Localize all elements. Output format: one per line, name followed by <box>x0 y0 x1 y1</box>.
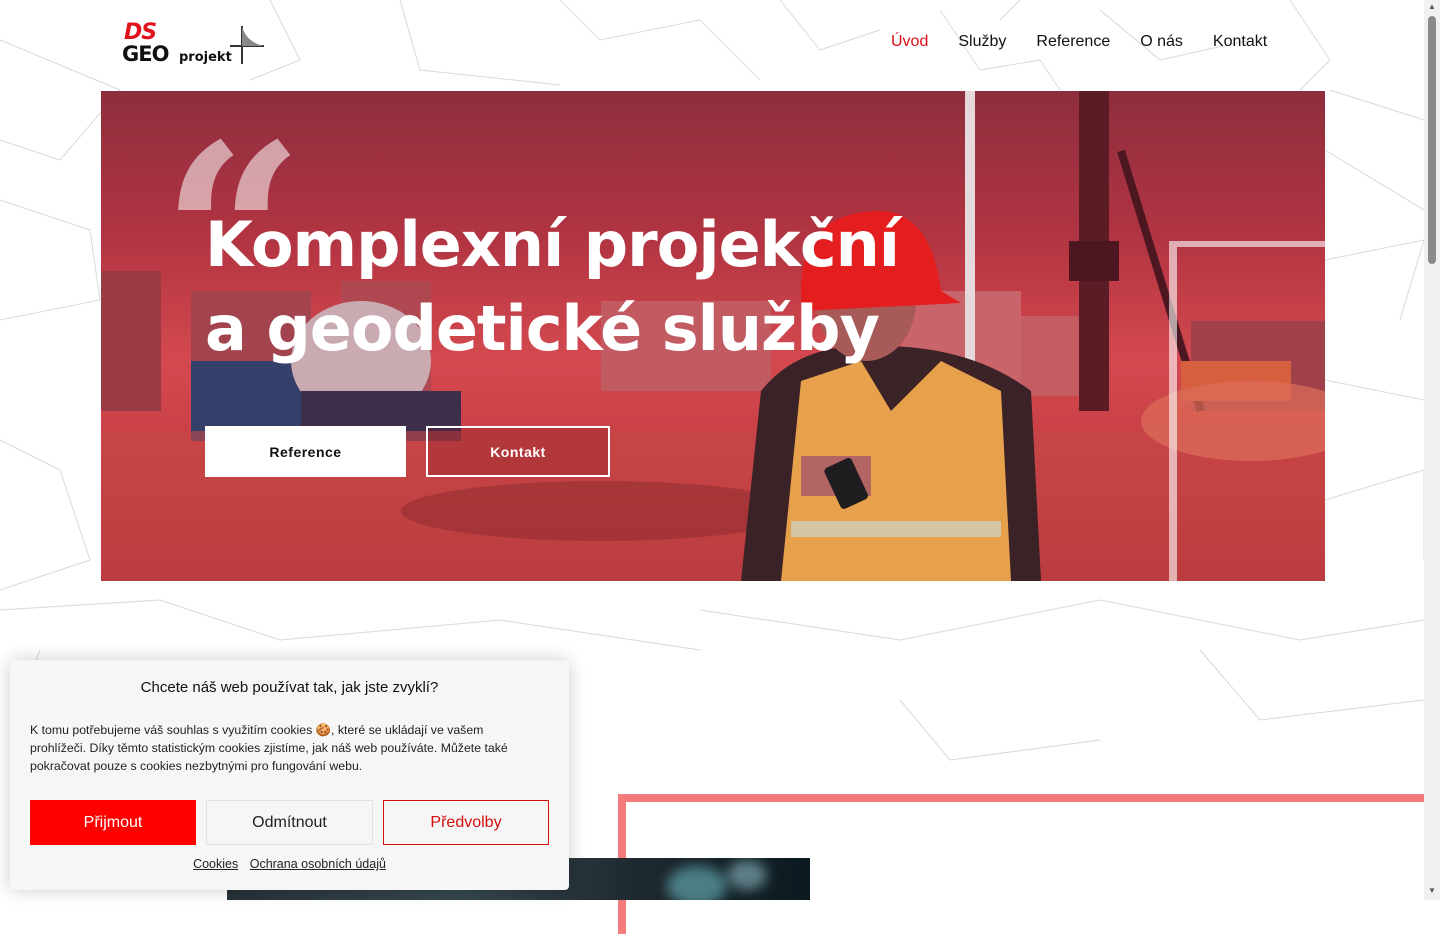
scroll-down-icon[interactable]: ▼ <box>1428 886 1436 895</box>
scroll-up-icon[interactable]: ▲ <box>1428 2 1436 11</box>
nav-o-nas[interactable]: O nás <box>1140 33 1183 51</box>
nav-sluzby[interactable]: Služby <box>958 33 1006 51</box>
scrollbar-thumb[interactable] <box>1428 16 1436 264</box>
cookie-preferences-button[interactable]: Předvolby <box>383 800 549 845</box>
main-navigation: Úvod Služby Reference O nás Kontakt <box>891 33 1267 51</box>
decorative-frame <box>1169 241 1325 581</box>
hero-headline: Komplexní projekční a geodetické služby <box>205 203 965 371</box>
cookie-consent-banner: Chcete náš web používat tak, jak jste zv… <box>10 660 569 890</box>
page-scrollbar[interactable]: ▲ ▼ <box>1424 0 1440 900</box>
nav-reference[interactable]: Reference <box>1036 33 1110 51</box>
accept-cookies-button[interactable]: Přijmout <box>30 800 196 845</box>
nav-kontakt[interactable]: Kontakt <box>1213 33 1267 51</box>
kontakt-button[interactable]: Kontakt <box>426 426 610 477</box>
site-logo[interactable]: DS GEO projekt <box>122 20 264 68</box>
crosshair-icon <box>230 26 264 64</box>
cookie-links: Cookies Ochrana osobních údajů <box>10 857 569 871</box>
hero-section: “ Komplexní projekční a geodetické služb… <box>101 91 1325 581</box>
nav-uvod[interactable]: Úvod <box>891 33 928 51</box>
privacy-policy-link[interactable]: Ochrana osobních údajů <box>250 857 386 871</box>
deny-cookies-button[interactable]: Odmítnout <box>206 800 373 845</box>
logo-geo: GEO <box>122 42 169 66</box>
cookie-text: K tomu potřebujeme váš souhlas s využití… <box>30 723 508 773</box>
hero-headline-line1: Komplexní projekční <box>205 208 900 281</box>
reference-button[interactable]: Reference <box>205 426 406 477</box>
hero-headline-line2: a geodetické služby <box>205 292 880 365</box>
cookies-link[interactable]: Cookies <box>193 857 238 871</box>
cookie-title: Chcete náš web používat tak, jak jste zv… <box>140 679 439 696</box>
logo-projekt: projekt <box>179 50 232 65</box>
